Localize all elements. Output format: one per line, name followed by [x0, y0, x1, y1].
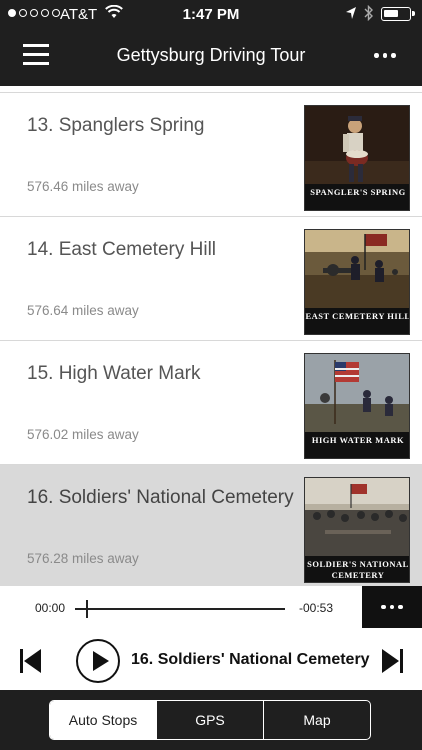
- play-button[interactable]: [76, 639, 120, 683]
- stop-title: 14. East Cemetery Hill: [27, 239, 217, 260]
- now-playing-title: 16. Soldiers' National Cemetery: [131, 651, 370, 668]
- audio-player: 00:00 -00:53 16. Soldiers' National Ceme…: [0, 586, 422, 690]
- battery-nub: [412, 11, 415, 16]
- location-arrow-icon: [346, 7, 356, 19]
- tab-map[interactable]: Map: [264, 701, 370, 739]
- tab-gps[interactable]: GPS: [157, 701, 264, 739]
- list-item-stop-14[interactable]: 14. East Cemetery Hill 576.64 miles away…: [0, 217, 422, 341]
- app-header: AT&T 1:47 PM Gettysburg Driving Tour: [0, 0, 422, 86]
- list-item-stop-15[interactable]: 15. High Water Mark 576.02 miles away HI…: [0, 341, 422, 465]
- stop-distance: 576.28 miles away: [27, 551, 139, 566]
- skip-next-icon[interactable]: [381, 648, 403, 674]
- stop-title: 15. High Water Mark: [27, 363, 201, 384]
- player-more-button[interactable]: [362, 586, 422, 628]
- stop-distance: 576.46 miles away: [27, 179, 139, 194]
- page-title: Gettysburg Driving Tour: [116, 45, 306, 65]
- thumbnail-caption: SPANGLER'S SPRING: [305, 184, 409, 210]
- tab-auto-stops[interactable]: Auto Stops: [50, 701, 157, 739]
- stop-distance: 576.64 miles away: [27, 303, 139, 318]
- battery-icon: [381, 7, 415, 21]
- thumbnail-caption: EAST CEMETERY HILL: [305, 308, 409, 334]
- crowd-dedication-illustration: [305, 478, 409, 556]
- flag-bearer-illustration: [305, 354, 409, 432]
- play-icon: [93, 651, 109, 671]
- stop-thumbnail: SPANGLER'S SPRING: [304, 105, 410, 211]
- battle-scene-illustration: [305, 230, 409, 308]
- stop-thumbnail: HIGH WATER MARK: [304, 353, 410, 459]
- bluetooth-icon: [364, 5, 373, 21]
- progress-scrubber[interactable]: [85, 600, 88, 618]
- list-item-stop-16[interactable]: 16. Soldiers' National Cemetery 576.28 m…: [0, 465, 422, 586]
- tour-stop-list[interactable]: 13. Spanglers Spring 576.46 miles away S…: [0, 86, 422, 586]
- battery-level: [384, 10, 398, 17]
- drummer-boy-illustration: [305, 106, 409, 184]
- segmented-control: Auto Stops GPS Map: [49, 700, 371, 740]
- skip-previous-icon[interactable]: [20, 648, 42, 674]
- stop-title: 16. Soldiers' National Cemetery: [27, 487, 294, 508]
- stop-distance: 576.02 miles away: [27, 427, 139, 442]
- elapsed-time: 00:00: [35, 601, 66, 615]
- list-item-stop-13[interactable]: 13. Spanglers Spring 576.46 miles away S…: [0, 93, 422, 217]
- remaining-time: -00:53: [299, 601, 334, 615]
- stop-thumbnail: SOLDIER'S NATIONAL CEMETERY: [304, 477, 410, 583]
- progress-track[interactable]: [75, 608, 285, 610]
- ellipsis-icon[interactable]: [374, 53, 396, 58]
- stop-thumbnail: EAST CEMETERY HILL: [304, 229, 410, 335]
- stop-title: 13. Spanglers Spring: [27, 115, 205, 136]
- status-bar: AT&T 1:47 PM: [0, 0, 422, 32]
- bottom-tab-bar: Auto Stops GPS Map: [0, 690, 422, 750]
- navigation-bar: Gettysburg Driving Tour: [0, 32, 422, 86]
- thumbnail-caption: SOLDIER'S NATIONAL CEMETERY: [305, 556, 409, 582]
- clock: 1:47 PM: [182, 6, 240, 23]
- thumbnail-caption: HIGH WATER MARK: [305, 432, 409, 458]
